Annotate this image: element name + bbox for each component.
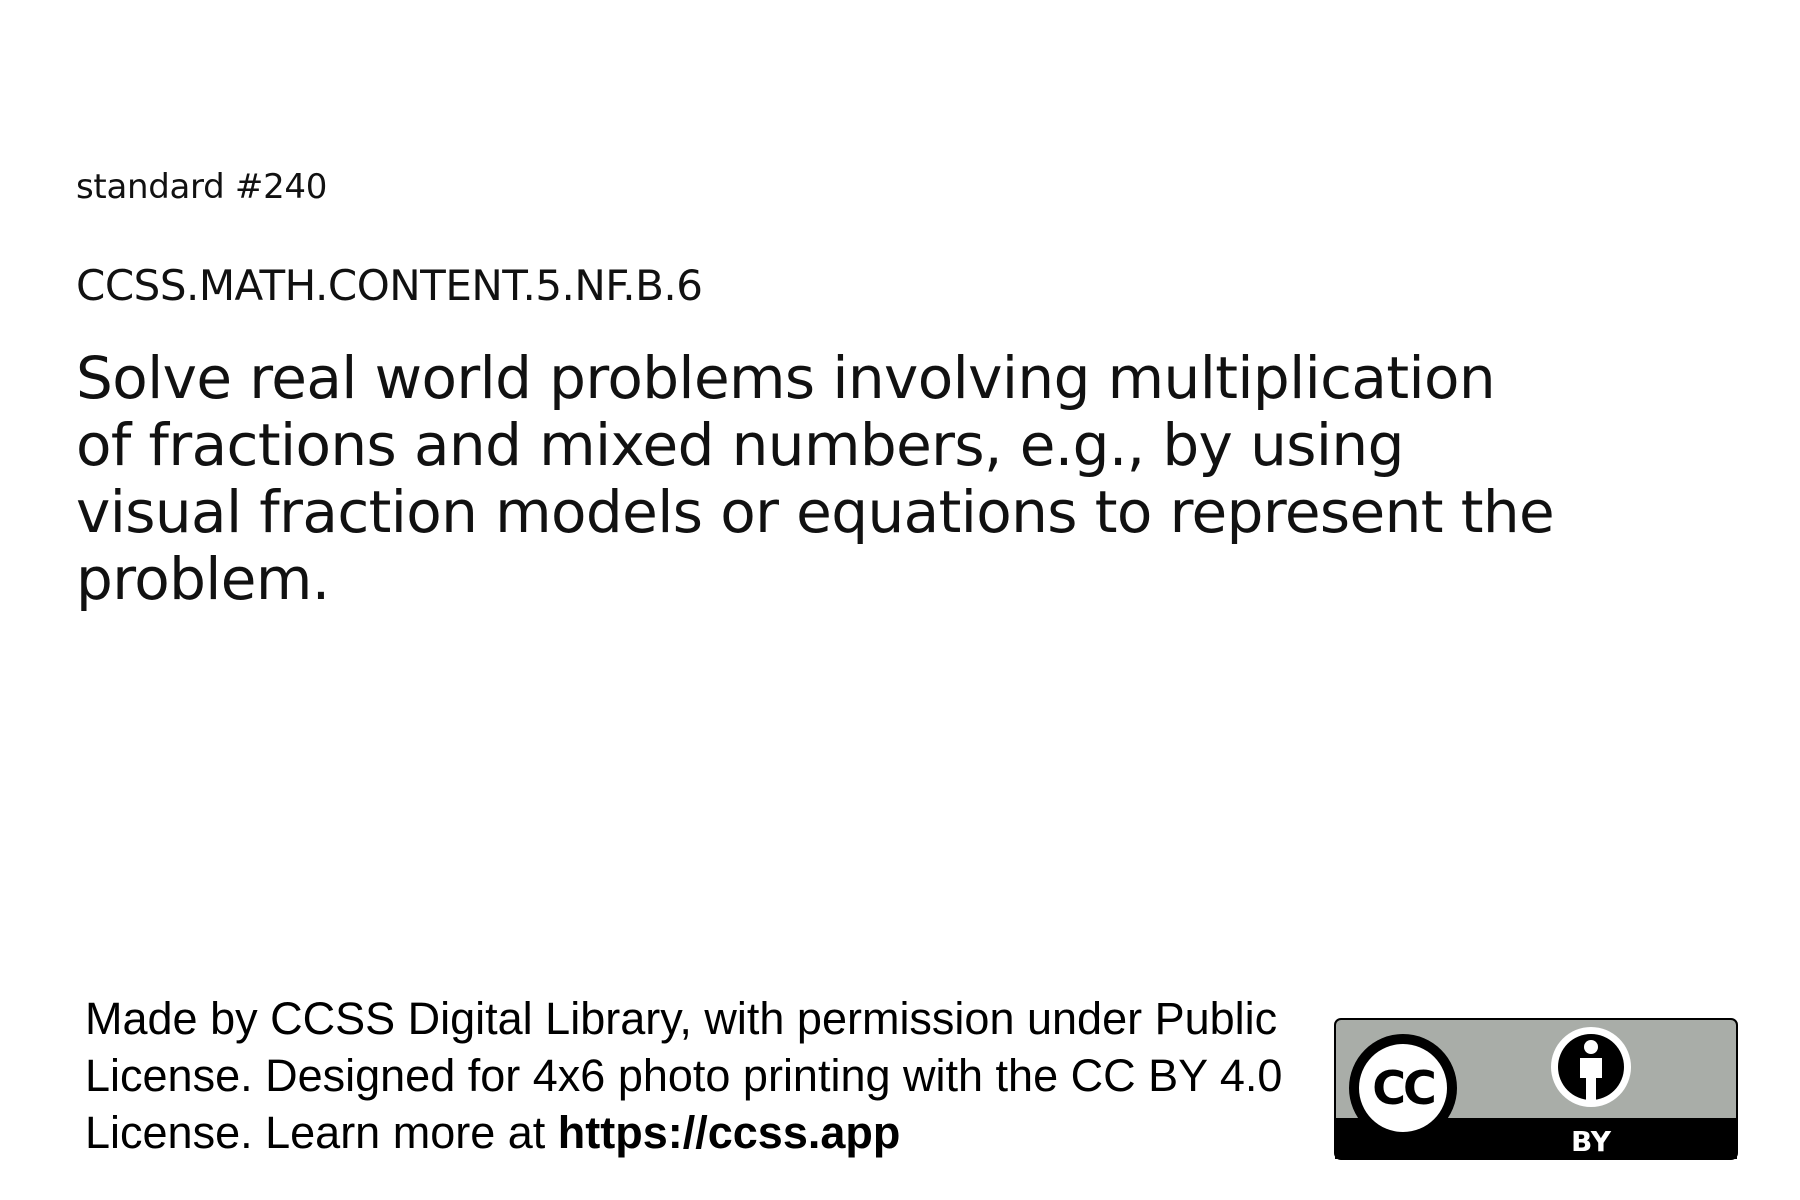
standard-card: standard #240 CCSS.MATH.CONTENT.5.NF.B.6… <box>0 0 1800 1200</box>
standard-description: Solve real world problems involving mult… <box>76 344 1555 613</box>
by-label: BY <box>1571 1125 1612 1158</box>
attribution-link[interactable]: https://ccss.app <box>558 1107 901 1158</box>
cc-by-license-badge: CC BY <box>1334 1018 1738 1160</box>
standard-number: standard #240 <box>76 167 328 207</box>
standard-code: CCSS.MATH.CONTENT.5.NF.B.6 <box>76 261 703 310</box>
cc-icon-label: CC <box>1372 1061 1434 1115</box>
cc-icon: CC <box>1349 1034 1457 1142</box>
attribution-footer: Made by CCSS Digital Library, with permi… <box>85 990 1305 1161</box>
attribution-person-icon <box>1551 1027 1631 1107</box>
